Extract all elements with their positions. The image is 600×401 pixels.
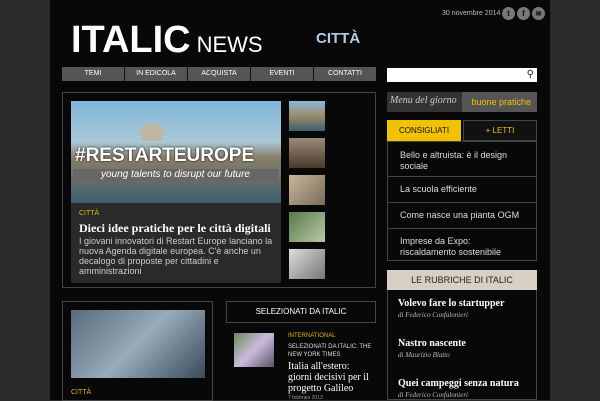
selected-title[interactable]: Italia all'estero: giorni decisivi per i… xyxy=(288,361,374,394)
menu-selected[interactable]: buone pratiche xyxy=(462,92,537,112)
thumbnail-5[interactable] xyxy=(289,249,325,279)
image-overlay-subtitle: young talents to disrupt our future xyxy=(73,169,278,181)
header-date: 30 novembre 2014 xyxy=(442,10,501,17)
selected-image[interactable] xyxy=(234,333,274,367)
rubrica-author: di Federico Confalonieri xyxy=(398,311,468,319)
nav-item-in-edicola[interactable]: IN EDICOLA xyxy=(125,67,188,81)
secondary-category[interactable]: CITTÀ xyxy=(71,389,91,396)
rubriche-header: LE RUBRICHE DI ITALIC xyxy=(387,270,537,290)
selected-by-italic: SELEZIONATI DA ITALIC INTERNATIONAL SELE… xyxy=(226,301,376,401)
divider xyxy=(388,228,536,229)
tab-consigliati[interactable]: CONSIGLIATI xyxy=(387,120,461,141)
nav-item-contatti[interactable]: CONTATTI xyxy=(314,67,376,81)
menu-label: Menu del giorno xyxy=(390,95,457,106)
list-item[interactable]: Bello e altruista: è il design sociale xyxy=(400,150,528,172)
list-item[interactable]: Come nasce una pianta OGM xyxy=(400,210,528,221)
rubrica-title[interactable]: Quei campeggi senza natura xyxy=(398,378,532,389)
thumbnail-2[interactable] xyxy=(289,138,325,168)
nav-item-temi[interactable]: TEMI xyxy=(62,67,125,81)
rubrica-item[interactable]: Nastro nascente di Maurizio Blatto xyxy=(398,338,532,359)
divider xyxy=(388,202,536,203)
list-item[interactable]: La scuola efficiente xyxy=(400,184,528,195)
search-input[interactable]: ⚲ xyxy=(387,68,537,82)
rubrica-author: di Maurizio Blatto xyxy=(398,351,450,359)
thumbnail-1[interactable] xyxy=(289,101,325,131)
selected-date: 7 febbraio 2013 xyxy=(288,395,323,401)
nav-item-acquista[interactable]: ACQUISTA xyxy=(188,67,251,81)
twitter-icon[interactable]: t xyxy=(502,7,515,20)
facebook-icon[interactable]: f xyxy=(517,7,530,20)
menu-del-giorno[interactable]: Menu del giorno buone pratiche xyxy=(387,92,537,112)
sidebar-tabs: CONSIGLIATI + LETTI xyxy=(387,120,537,141)
site-logo[interactable]: ITALIC NEWS xyxy=(71,19,263,62)
rubrica-item[interactable]: Volevo fare lo startupper di Federico Co… xyxy=(398,298,532,319)
selected-source: SELEZIONATI DA ITALIC: THE NEW YORK TIME… xyxy=(288,344,372,358)
section-title: CITTÀ xyxy=(316,30,361,47)
consigliati-list: Bello e altruista: è il design sociale L… xyxy=(387,141,537,261)
featured-category[interactable]: CITTÀ xyxy=(79,210,99,217)
selected-category[interactable]: INTERNATIONAL xyxy=(288,333,336,339)
featured-caption: CITTÀ Dieci idee pratiche per le città d… xyxy=(71,203,281,283)
rubrica-item[interactable]: Quei campeggi senza natura di Federico C… xyxy=(398,378,532,399)
featured-headline[interactable]: Dieci idee pratiche per le città digital… xyxy=(79,221,271,236)
tab-piu-letti[interactable]: + LETTI xyxy=(463,120,537,141)
nav-item-eventi[interactable]: EVENTI xyxy=(251,67,314,81)
rubrica-title[interactable]: Volevo fare lo startupper xyxy=(398,298,532,309)
image-dome-shape xyxy=(141,123,163,141)
search-icon[interactable]: ⚲ xyxy=(527,69,534,80)
logo-sub: NEWS xyxy=(196,32,263,57)
secondary-article[interactable]: CITTÀ xyxy=(62,301,213,401)
featured-article[interactable]: #RESTARTEUROPE young talents to disrupt … xyxy=(62,92,376,288)
rubrica-author: di Federico Confalonieri xyxy=(398,391,468,399)
divider xyxy=(388,176,536,177)
rubriche-list: Volevo fare lo startupper di Federico Co… xyxy=(387,290,537,400)
list-item[interactable]: Imprese da Expo: riscaldamento sostenibi… xyxy=(400,236,528,258)
featured-image[interactable]: #RESTARTEUROPE young talents to disrupt … xyxy=(71,101,281,203)
thumbnail-4[interactable] xyxy=(289,212,325,242)
main-nav: TEMI IN EDICOLA ACQUISTA EVENTI CONTATTI xyxy=(62,67,376,81)
image-overlay-title: #RESTARTEUROPE xyxy=(75,145,255,166)
page: ITALIC NEWS CITTÀ 30 novembre 2014 t f ≋ … xyxy=(50,0,550,401)
featured-summary: I giovani innovatori di Restart Europe l… xyxy=(79,236,273,276)
selected-header: SELEZIONATI DA ITALIC xyxy=(226,301,376,323)
rss-icon[interactable]: ≋ xyxy=(532,7,545,20)
secondary-image[interactable] xyxy=(71,310,205,378)
logo-main: ITALIC xyxy=(71,19,191,61)
thumbnail-3[interactable] xyxy=(289,175,325,205)
rubrica-title[interactable]: Nastro nascente xyxy=(398,338,532,349)
